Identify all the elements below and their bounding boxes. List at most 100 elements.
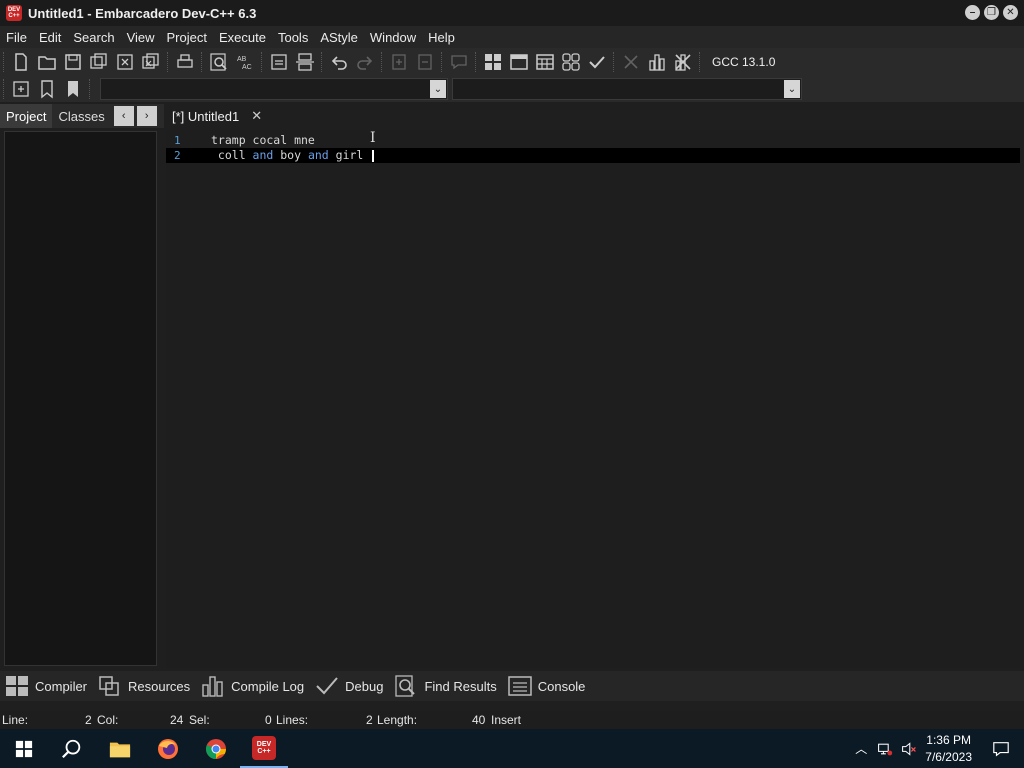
- close-button[interactable]: ✕: [1003, 5, 1018, 20]
- text-cursor-icon: I: [370, 130, 376, 146]
- editor-tab-bar: [*] Untitled1 ✕: [164, 104, 1024, 128]
- editor-tab-label: [*] Untitled1: [172, 108, 240, 124]
- menu-window[interactable]: Window: [364, 30, 422, 45]
- secondary-toolbar: ⌄ ⌄: [0, 76, 1024, 102]
- split-button[interactable]: [292, 50, 318, 74]
- tab-resources[interactable]: Resources: [93, 671, 196, 701]
- compiler-set-label[interactable]: GCC 13.1.0: [712, 55, 775, 69]
- app-icon: DEV C++: [6, 5, 22, 21]
- chrome-button[interactable]: [192, 729, 240, 768]
- bar-chart-icon: [649, 54, 665, 71]
- firefox-button[interactable]: [144, 729, 192, 768]
- minimize-button[interactable]: –: [965, 5, 980, 20]
- search-button[interactable]: [48, 729, 96, 768]
- restore-button[interactable]: ❐: [984, 5, 999, 20]
- tab-find-results[interactable]: Find Results: [389, 671, 502, 701]
- code-editor[interactable]: 1 tramp cocal mne 2 coll and boy and gir…: [166, 130, 1020, 668]
- tab-console[interactable]: Console: [503, 671, 592, 701]
- tab-compiler[interactable]: Compiler: [0, 671, 93, 701]
- debug-check-icon: [316, 677, 338, 695]
- menu-help[interactable]: Help: [422, 30, 461, 45]
- print-icon: [177, 54, 193, 68]
- status-line-value: 2: [85, 713, 92, 727]
- folder-open-icon: [38, 56, 56, 70]
- system-tray: ︿ 1:36 PM 7/6/2023: [855, 729, 1024, 768]
- menu-file[interactable]: File: [0, 30, 33, 45]
- goto-bookmark-button[interactable]: [60, 77, 86, 101]
- class-combo[interactable]: ⌄: [100, 78, 448, 100]
- new-file-icon: [15, 53, 27, 71]
- menu-edit[interactable]: Edit: [33, 30, 67, 45]
- replace-button[interactable]: AB AC: [232, 50, 258, 74]
- tab-debug[interactable]: Debug: [310, 671, 389, 701]
- redo-button[interactable]: [352, 50, 378, 74]
- new-project-button[interactable]: [386, 50, 412, 74]
- tab-classes[interactable]: Classes: [52, 104, 110, 128]
- network-icon[interactable]: [877, 741, 893, 757]
- text-caret: [372, 149, 375, 162]
- compile-log-chart-icon: [202, 676, 223, 697]
- comment-icon: [451, 55, 467, 70]
- tab-compile-log[interactable]: Compile Log: [196, 671, 310, 701]
- profile-button[interactable]: [644, 50, 670, 74]
- find-results-icon: [395, 675, 416, 697]
- tab-next-button[interactable]: ›: [136, 106, 157, 126]
- tab-untitled1[interactable]: [*] Untitled1 ✕: [164, 104, 271, 128]
- remove-from-project-icon: [418, 54, 432, 70]
- undo-button[interactable]: [326, 50, 352, 74]
- tab-resources-label: Resources: [128, 678, 191, 694]
- run-button[interactable]: [506, 50, 532, 74]
- toggle-bookmark-button[interactable]: [34, 77, 60, 101]
- goto-line-button[interactable]: [266, 50, 292, 74]
- notification-icon[interactable]: [992, 740, 1010, 758]
- new-file-button[interactable]: [8, 50, 34, 74]
- menu-tools[interactable]: Tools: [272, 30, 314, 45]
- file-explorer-button[interactable]: [96, 729, 144, 768]
- find-button[interactable]: [206, 50, 232, 74]
- menu-execute[interactable]: Execute: [213, 30, 272, 45]
- menu-project[interactable]: Project: [161, 30, 213, 45]
- menu-astyle[interactable]: AStyle: [314, 30, 364, 45]
- status-bar: Line: 2 Col: 24 Sel: 0 Lines: 2 Length: …: [0, 711, 1024, 729]
- console-icon: [507, 676, 532, 696]
- windows-logo-icon: [15, 740, 33, 757]
- remove-from-project-button[interactable]: [412, 50, 438, 74]
- project-options-button[interactable]: [446, 50, 472, 74]
- member-combo[interactable]: ⌄: [452, 78, 802, 100]
- syntax-check-button[interactable]: [584, 50, 610, 74]
- tab-compile-log-label: Compile Log: [231, 678, 305, 694]
- status-lines-value: 2: [366, 713, 373, 727]
- delete-profile-button[interactable]: [670, 50, 696, 74]
- close-file-button[interactable]: [112, 50, 138, 74]
- open-button[interactable]: [34, 50, 60, 74]
- close-file-icon: [117, 54, 133, 70]
- devcpp-taskbar-button[interactable]: DEV C++: [240, 729, 288, 768]
- close-tab-icon[interactable]: ✕: [251, 108, 262, 124]
- menu-bar: File Edit Search View Project Execute To…: [0, 26, 1024, 48]
- tab-project[interactable]: Project: [0, 104, 53, 128]
- compile-run-button[interactable]: [532, 50, 558, 74]
- clock-date: 7/6/2023: [925, 749, 972, 764]
- start-button[interactable]: [0, 729, 48, 768]
- window-title: Untitled1 - Embarcadero Dev-C++ 6.3: [28, 5, 257, 21]
- print-button[interactable]: [172, 50, 198, 74]
- rebuild-all-button[interactable]: [558, 50, 584, 74]
- status-line-label: Line:: [2, 713, 29, 727]
- save-all-button[interactable]: [86, 50, 112, 74]
- folder-icon: [109, 742, 131, 757]
- save-button[interactable]: [60, 50, 86, 74]
- close-all-button[interactable]: [138, 50, 164, 74]
- menu-view[interactable]: View: [121, 30, 161, 45]
- menu-search[interactable]: Search: [67, 30, 120, 45]
- stop-execution-button[interactable]: [618, 50, 644, 74]
- tab-prev-button[interactable]: ‹: [113, 106, 134, 126]
- chevron-down-icon: ⌄: [430, 80, 446, 98]
- taskbar-clock[interactable]: 1:36 PM 7/6/2023: [925, 732, 972, 766]
- chevron-up-icon[interactable]: ︿: [855, 740, 867, 757]
- keyword-token: and: [307, 148, 329, 162]
- insert-button[interactable]: [8, 77, 34, 101]
- compile-grid-icon: [485, 54, 501, 70]
- volume-muted-icon[interactable]: [901, 741, 917, 757]
- compile-button[interactable]: [480, 50, 506, 74]
- project-tree-panel[interactable]: [4, 131, 157, 666]
